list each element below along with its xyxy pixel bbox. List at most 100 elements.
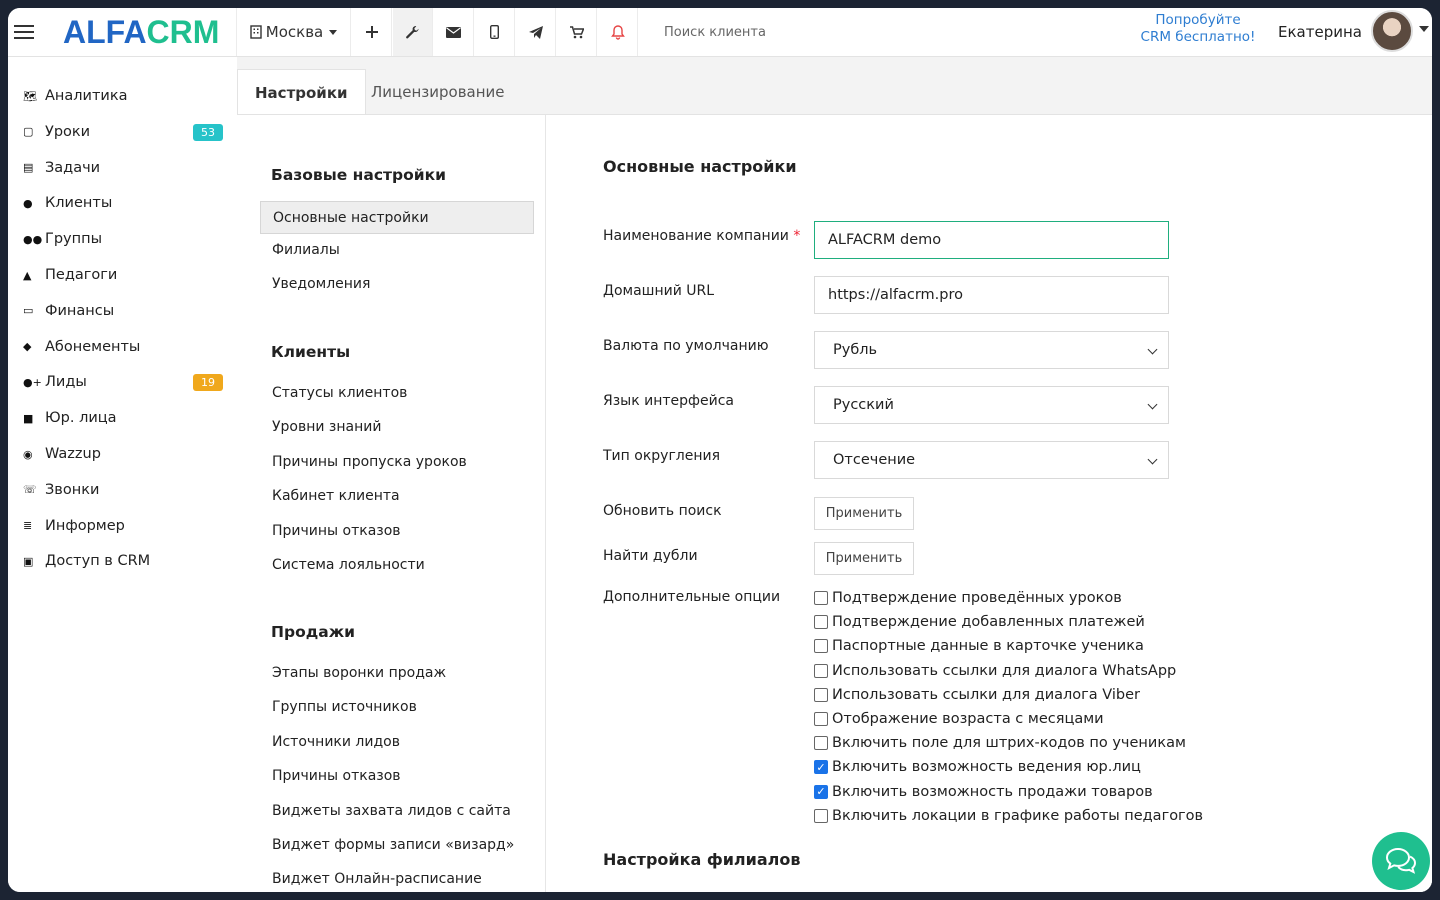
settings-nav-item[interactable]: Кабинет клиента xyxy=(272,488,400,504)
sidebar-item[interactable]: ●Клиенты xyxy=(23,191,223,215)
company-name-label-text: Наименование компании xyxy=(603,228,789,244)
settings-nav-item[interactable]: Филиалы xyxy=(272,242,340,258)
sidebar-item[interactable]: ◉Wazzup xyxy=(23,442,223,466)
chat-button[interactable] xyxy=(1372,832,1430,890)
company-name-input[interactable]: ALFACRM demo xyxy=(814,221,1169,259)
home-url-value: https://alfacrm.pro xyxy=(828,287,963,303)
checkbox-checked[interactable]: ✓ xyxy=(814,760,828,774)
sidebar-item[interactable]: ▭Финансы xyxy=(23,299,223,323)
mail-button[interactable] xyxy=(434,8,474,56)
logo-text-alfa: ALFA xyxy=(63,14,147,50)
settings-nav-item[interactable]: Этапы воронки продаж xyxy=(272,665,446,681)
avatar[interactable] xyxy=(1371,10,1413,52)
tab-licensing[interactable]: Лицензирование xyxy=(354,69,522,115)
sidebar-item-label: Абонементы xyxy=(45,339,140,355)
top-header: ALFACRM Москва Поиск клиента xyxy=(8,8,1432,57)
settings-nav-item[interactable]: Источники лидов xyxy=(272,734,400,750)
sidebar-item[interactable]: ▲Педагоги xyxy=(23,263,223,287)
sidebar-item[interactable]: ▤Задачи xyxy=(23,156,223,180)
count-badge: 53 xyxy=(193,124,223,141)
city-selector[interactable]: Москва xyxy=(236,8,351,56)
sidebar-item[interactable]: ☏Звонки xyxy=(23,478,223,502)
option-checkbox-row[interactable]: ✓Включить возможность продажи товаров xyxy=(814,781,1153,803)
settings-nav-item[interactable]: Причины пропуска уроков xyxy=(272,454,467,470)
settings-button[interactable] xyxy=(393,8,433,56)
option-label: Подтверждение проведённых уроков xyxy=(832,590,1122,606)
checkbox[interactable] xyxy=(814,688,828,702)
option-checkbox-row[interactable]: Включить локации в графике работы педаго… xyxy=(814,805,1203,827)
checkbox[interactable] xyxy=(814,712,828,726)
option-checkbox-row[interactable]: ✓Включить возможность ведения юр.лиц xyxy=(814,756,1141,778)
checkbox[interactable] xyxy=(814,639,828,653)
try-line-1: Попробуйте xyxy=(1128,12,1268,29)
form-title: Основные настройки xyxy=(603,157,797,176)
main-content: Настройки Лицензирование Базовые настрой… xyxy=(237,57,1432,892)
sidebar-item[interactable]: ■Юр. лица xyxy=(23,406,223,430)
option-checkbox-row[interactable]: Использовать ссылки для диалога WhatsApp xyxy=(814,660,1176,682)
rounding-select[interactable]: Отсечение xyxy=(814,441,1169,479)
option-checkbox-row[interactable]: Паспортные данные в карточке ученика xyxy=(814,635,1144,657)
whatsapp-icon: ◉ xyxy=(23,448,45,461)
sidebar-item[interactable]: ≣Информер xyxy=(23,514,223,538)
find-duplicates-apply-button[interactable]: Применить xyxy=(814,542,914,575)
settings-nav-item[interactable]: Виджеты захвата лидов с сайта xyxy=(272,803,511,819)
briefcase-icon: ■ xyxy=(23,412,45,425)
nav-section-base: Базовые настройки xyxy=(271,166,446,184)
settings-nav-item[interactable]: Виджет Онлайн-расписание xyxy=(272,871,482,887)
checkbox[interactable] xyxy=(814,664,828,678)
settings-nav-item[interactable]: Основные настройки xyxy=(260,201,534,234)
option-checkbox-row[interactable]: Подтверждение добавленных платежей xyxy=(814,611,1145,633)
sidebar-item[interactable]: ●+Лиды19 xyxy=(23,370,223,394)
try-line-2: CRM бесплатно! xyxy=(1128,29,1268,46)
language-value: Русский xyxy=(833,397,894,413)
option-label: Отображение возраста с месяцами xyxy=(832,711,1104,727)
client-search-input[interactable]: Поиск клиента xyxy=(648,8,948,56)
chevron-down-icon xyxy=(1148,345,1158,355)
sidebar-item[interactable]: ◆Абонементы xyxy=(23,335,223,359)
map-icon: 🗺 xyxy=(23,90,45,103)
sidebar-item[interactable]: ●●Группы xyxy=(23,227,223,251)
user-chevron-down-icon[interactable] xyxy=(1419,26,1429,32)
checkbox[interactable] xyxy=(814,736,828,750)
option-checkbox-row[interactable]: Подтверждение проведённых уроков xyxy=(814,587,1122,609)
company-name-label: Наименование компании * xyxy=(603,228,800,244)
add-button[interactable] xyxy=(352,8,392,56)
home-url-input[interactable]: https://alfacrm.pro xyxy=(814,276,1169,314)
sidebar-item[interactable]: ▢Уроки53 xyxy=(23,120,223,144)
settings-nav-item[interactable]: Причины отказов xyxy=(272,768,401,784)
user-name[interactable]: Екатерина xyxy=(1278,8,1362,56)
sidebar-item[interactable]: ▣Доступ в CRM xyxy=(23,549,223,573)
settings-nav-item[interactable]: Уведомления xyxy=(272,276,370,292)
checkbox-checked[interactable]: ✓ xyxy=(814,785,828,799)
currency-select[interactable]: Рубль xyxy=(814,331,1169,369)
cart-button[interactable] xyxy=(557,8,597,56)
option-checkbox-row[interactable]: Включить поле для штрих-кодов по ученика… xyxy=(814,732,1186,754)
sidebar-item[interactable]: 🗺Аналитика xyxy=(23,84,223,108)
settings-nav-item[interactable]: Виджет формы записи «визард» xyxy=(272,837,514,853)
mobile-button[interactable] xyxy=(475,8,515,56)
checkbox[interactable] xyxy=(814,591,828,605)
money-icon: ▭ xyxy=(23,304,45,317)
notifications-button[interactable] xyxy=(598,8,638,56)
app-window: ALFACRM Москва Поиск клиента xyxy=(8,8,1432,892)
checkbox[interactable] xyxy=(814,809,828,823)
settings-nav-item[interactable]: Уровни знаний xyxy=(272,419,381,435)
settings-nav-item[interactable]: Причины отказов xyxy=(272,523,401,539)
telegram-button[interactable] xyxy=(516,8,556,56)
try-free-link[interactable]: Попробуйте CRM бесплатно! xyxy=(1128,12,1268,46)
chat-bubbles-icon xyxy=(1384,846,1418,876)
settings-nav-item[interactable]: Статусы клиентов xyxy=(272,385,407,401)
option-checkbox-row[interactable]: Отображение возраста с месяцами xyxy=(814,708,1104,730)
checkbox[interactable] xyxy=(814,615,828,629)
menu-toggle-button[interactable] xyxy=(8,8,40,56)
option-checkbox-row[interactable]: Использовать ссылки для диалога Viber xyxy=(814,684,1140,706)
sidebar-item-label: Задачи xyxy=(45,160,100,176)
nav-section-clients: Клиенты xyxy=(271,343,350,361)
language-select[interactable]: Русский xyxy=(814,386,1169,424)
refresh-search-apply-button[interactable]: Применить xyxy=(814,497,914,530)
settings-nav-item[interactable]: Группы источников xyxy=(272,699,417,715)
logo[interactable]: ALFACRM xyxy=(63,12,219,52)
user-icon: ● xyxy=(23,197,45,210)
tab-settings[interactable]: Настройки xyxy=(237,69,366,115)
settings-nav-item[interactable]: Система лояльности xyxy=(272,557,425,573)
